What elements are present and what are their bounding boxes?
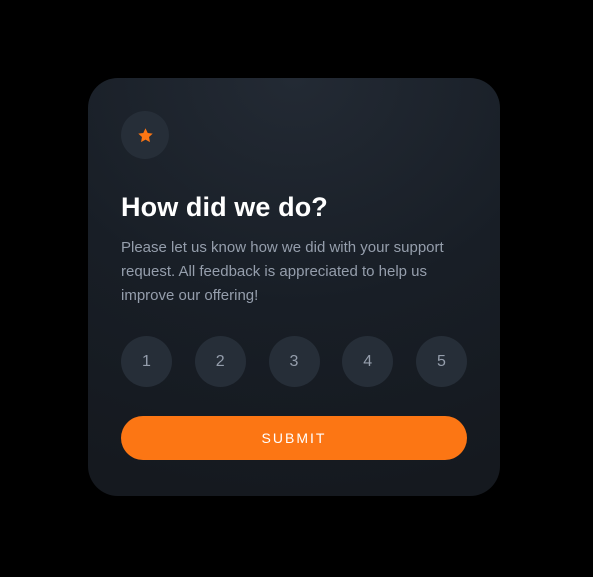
submit-button[interactable]: SUBMIT [121,416,467,460]
star-icon [137,127,154,144]
rating-options: 1 2 3 4 5 [121,336,467,387]
card-title: How did we do? [121,192,328,222]
rating-button-5[interactable]: 5 [416,336,467,387]
rating-button-2[interactable]: 2 [194,336,246,387]
card-description: Please let us know how we did with your … [121,239,444,304]
rating-button-1[interactable]: 1 [121,336,172,387]
rating-button-3[interactable]: 3 [268,336,320,387]
rating-button-4[interactable]: 4 [342,336,394,387]
star-badge [121,111,169,159]
rating-card: How did we do? Please let us know how we… [88,78,500,496]
